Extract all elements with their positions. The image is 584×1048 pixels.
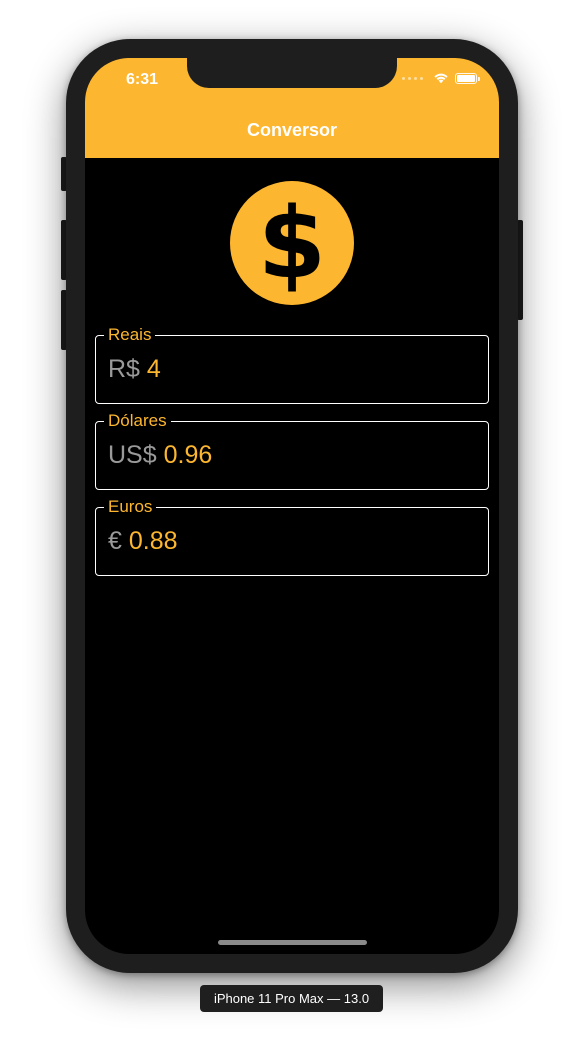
euros-currency-prefix: € <box>108 527 122 555</box>
reais-amount[interactable]: 4 <box>147 355 161 383</box>
home-indicator[interactable] <box>218 940 367 945</box>
app-screen: 6:31 Conversor $ Reais R$ 4 Dólares US$ … <box>85 58 499 954</box>
simulator-stage: 6:31 Conversor $ Reais R$ 4 Dólares US$ … <box>0 0 584 1048</box>
dolares-field-label: Dólares <box>104 411 171 431</box>
euros-amount[interactable]: 0.88 <box>129 527 178 555</box>
dolares-field[interactable]: Dólares US$ 0.96 <box>95 411 489 490</box>
nav-title: Conversor <box>246 120 338 140</box>
wifi-icon <box>434 73 448 84</box>
dolares-amount[interactable]: 0.96 <box>164 441 213 469</box>
status-time: 6:31 <box>126 71 159 88</box>
euros-field-value[interactable]: € 0.88 <box>108 526 178 556</box>
battery-icon <box>455 72 480 84</box>
dolares-field-value[interactable]: US$ 0.96 <box>108 440 212 470</box>
reais-currency-prefix: R$ <box>108 355 140 383</box>
dollar-sign-icon: $ <box>230 181 354 305</box>
svg-text:$: $ <box>258 187 326 301</box>
cellular-signal-icon <box>402 76 423 80</box>
reais-field-label: Reais <box>104 325 156 345</box>
dolares-currency-prefix: US$ <box>108 441 157 469</box>
euros-field[interactable]: Euros € 0.88 <box>95 497 489 576</box>
reais-field-value[interactable]: R$ 4 <box>108 354 161 384</box>
euros-field-label: Euros <box>104 497 157 517</box>
reais-field[interactable]: Reais R$ 4 <box>95 325 489 404</box>
simulator-device-label: iPhone 11 Pro Max — 13.0 <box>200 985 383 1012</box>
device-notch <box>187 58 397 88</box>
status-indicators <box>402 72 480 84</box>
